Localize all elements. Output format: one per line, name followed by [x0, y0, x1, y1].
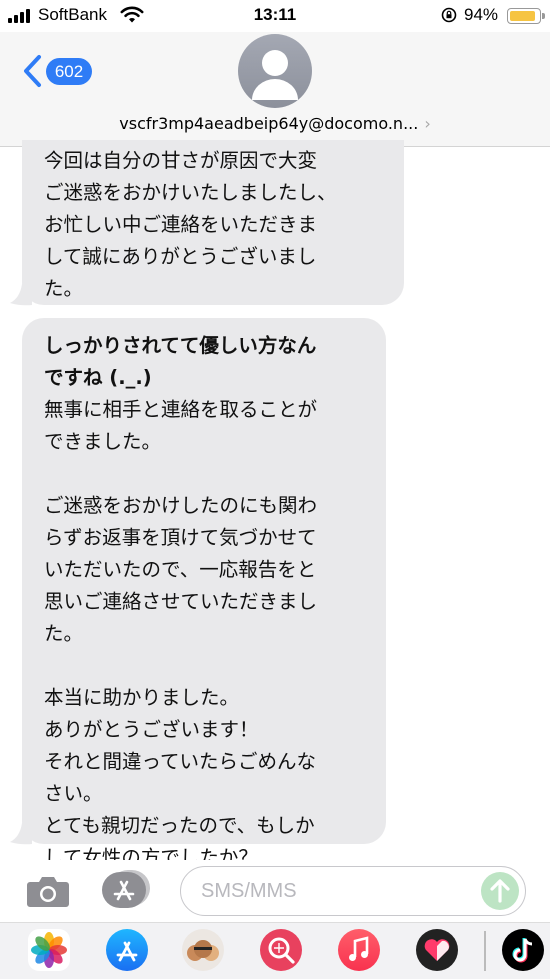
message-line: ありがとうございます！: [44, 718, 259, 741]
app-store-icon[interactable]: [106, 929, 148, 971]
message-line: ですね (._.): [44, 366, 152, 389]
memoji-icon[interactable]: [182, 929, 224, 971]
message-line: [44, 650, 368, 682]
message-text: 無事に相手と連絡を取ることが できました。 ご迷惑をおかけしたのにも関わ らずお返事…: [44, 394, 368, 874]
message-composer: SMS/MMS: [0, 860, 550, 922]
message-line: お忙しい中ご連絡をいただきま: [44, 213, 318, 236]
arrow-up-icon: [490, 879, 510, 903]
person-silhouette-icon: [252, 50, 298, 100]
tiktok-icon[interactable]: [502, 929, 544, 971]
orientation-lock-icon: [441, 7, 457, 23]
message-bubble-received[interactable]: 今回は自分の甘さが原因で大変 ご迷惑をおかけいたしましたし、 お忙しい中ご連絡をいた…: [22, 140, 404, 305]
contact-address-text: vscfr3mp4aeadbeip64y@docomo.n...: [119, 114, 419, 133]
message-line: さい。: [44, 782, 103, 805]
message-line: とても親切だったので、もしか: [44, 814, 315, 837]
back-chevron-icon[interactable]: [22, 54, 44, 88]
message-line: た。: [44, 277, 84, 300]
battery-fill: [510, 11, 536, 21]
music-icon[interactable]: [338, 929, 380, 971]
drawer-divider: [484, 931, 486, 971]
chevron-right-icon: ›: [424, 114, 431, 133]
message-line: 思いご連絡させていただきまし: [44, 590, 318, 613]
send-button[interactable]: [481, 872, 519, 910]
message-line: た。: [44, 622, 84, 645]
conversation-header: 602 vscfr3mp4aeadbeip64y@docomo.n... ›: [0, 32, 550, 147]
photos-icon[interactable]: [28, 929, 70, 971]
back-button-unread-badge[interactable]: 602: [46, 58, 92, 85]
message-bubble-received[interactable]: しっかりされてて優しい方なん ですね (._.) 無事に相手と連絡を取ることが でき…: [22, 318, 386, 869]
bubble-tail: [10, 284, 32, 306]
contact-avatar[interactable]: [238, 34, 312, 108]
message-line: ご迷惑をおかけしたのにも関わ: [44, 494, 318, 517]
app-drawer: [0, 922, 550, 979]
message-line: して誠にありがとうございまし: [44, 245, 317, 268]
search-images-icon[interactable]: [260, 929, 302, 971]
app-store-button-icon[interactable]: [102, 870, 154, 910]
message-line: [44, 458, 368, 490]
message-input-placeholder: SMS/MMS: [201, 880, 297, 902]
bubble-tail: [10, 823, 32, 845]
message-line: しっかりされてて優しい方なん: [44, 334, 317, 357]
battery-icon: [507, 8, 545, 24]
message-line: ご迷惑をおかけいたしましたし、: [44, 181, 337, 204]
message-line: それと間違っていたらごめんな: [44, 750, 317, 773]
message-line: いただいたので、一応報告をと: [44, 558, 317, 581]
contact-address[interactable]: vscfr3mp4aeadbeip64y@docomo.n... ›: [0, 114, 550, 133]
message-line: 本当に助かりました。: [44, 686, 240, 709]
heart-app-icon[interactable]: [416, 929, 458, 971]
message-line: できました。: [44, 430, 162, 453]
message-line: らずお返事を頂けて気づかせて: [44, 526, 317, 549]
status-bar: SoftBank 13:11 94%: [0, 0, 550, 32]
message-line: 今回は自分の甘さが原因で大変: [44, 149, 318, 172]
message-bold-text: しっかりされてて優しい方なん ですね (._.): [44, 330, 368, 394]
battery-percent: 94%: [464, 5, 499, 24]
message-line: 無事に相手と連絡を取ることが: [44, 398, 318, 421]
message-input[interactable]: SMS/MMS: [180, 866, 526, 916]
message-text: 今回は自分の甘さが原因で大変 ご迷惑をおかけいたしましたし、 お忙しい中ご連絡をいた…: [44, 145, 386, 305]
camera-icon[interactable]: [26, 874, 70, 908]
